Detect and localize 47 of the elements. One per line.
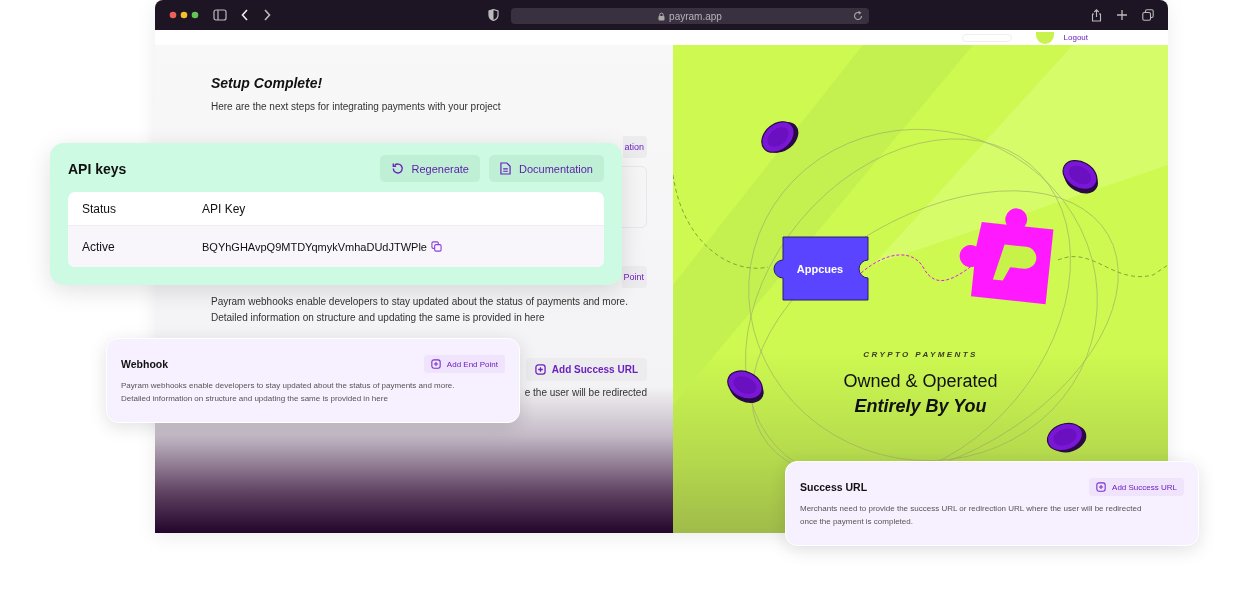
- coin-drawing: [761, 121, 799, 153]
- setup-subtitle: Here are the next steps for integrating payments with your project: [211, 101, 502, 112]
- add-success-url-button[interactable]: Add Success URL: [525, 358, 647, 381]
- coin-drawing: [727, 370, 764, 403]
- card-title: Webhook: [121, 358, 169, 370]
- plus-square-icon: [1096, 482, 1107, 492]
- forward-icon[interactable]: [263, 9, 271, 21]
- coin-drawing: [1062, 160, 1098, 194]
- logout-link[interactable]: Logout: [1063, 33, 1088, 42]
- api-key-value: BQYhGHAvpQ9MTDYqmykVmhaDUdJTWPle: [202, 240, 427, 253]
- plus-square-icon: [534, 364, 546, 375]
- add-end-point-button[interactable]: Point: [622, 266, 647, 288]
- url-text: payram.app: [669, 10, 722, 22]
- promo-heading: Owned & Operated: [843, 371, 998, 392]
- lock-icon: [658, 11, 666, 21]
- sidebar-icon[interactable]: [213, 9, 227, 21]
- tabs-overview-icon[interactable]: [1142, 9, 1154, 21]
- table-cell-text: Active: [82, 239, 116, 254]
- success-url-description: Merchants need to provide the success URL or redirection URL where the user will be redirected once the payment is completed.: [800, 503, 1143, 528]
- coin-drawing: [1046, 422, 1087, 453]
- regenerate-button[interactable]: Regenerate: [379, 155, 480, 182]
- window-controls-icon[interactable]: [169, 11, 199, 19]
- share-icon[interactable]: [1091, 8, 1102, 22]
- shield-icon[interactable]: [488, 9, 499, 21]
- column-header: API Key: [202, 201, 246, 216]
- document-icon: [500, 162, 511, 175]
- documentation-button[interactable]: ation: [623, 136, 647, 158]
- success-url-description: e the user will be redirected: [524, 387, 647, 398]
- card-title: API keys: [68, 160, 127, 177]
- documentation-button[interactable]: Documentation: [489, 155, 604, 182]
- promo-heading-bold: Entirely By You: [853, 396, 988, 417]
- reload-icon[interactable]: [853, 11, 863, 21]
- add-success-url-button[interactable]: Add Success URL: [1089, 478, 1184, 496]
- new-tab-icon[interactable]: [1116, 9, 1128, 21]
- back-icon[interactable]: [241, 9, 249, 21]
- promo-eyebrow: CRYPTO PAYMENTS: [862, 350, 979, 359]
- card-title: Success URL: [800, 481, 868, 493]
- address-bar[interactable]: payram.app: [511, 8, 869, 24]
- webhook-description: Payram webhooks enable developers to stay updated about the status of payments and more. Detailed information on structure and updating the same is provided in here: [211, 295, 629, 325]
- plus-square-icon: [430, 359, 441, 369]
- setup-title: Setup Complete!: [211, 75, 324, 91]
- add-end-point-button[interactable]: Add End Point: [423, 355, 505, 373]
- copy-icon[interactable]: [430, 241, 442, 252]
- puzzle-label: Appcues: [796, 263, 844, 275]
- refresh-icon: [390, 162, 404, 175]
- webhook-description: Payram webhooks enable developers to stay updated about the status of payments and more. Detailed information on structure and updating the same is provided in here: [121, 380, 456, 405]
- column-header: Status: [82, 201, 118, 216]
